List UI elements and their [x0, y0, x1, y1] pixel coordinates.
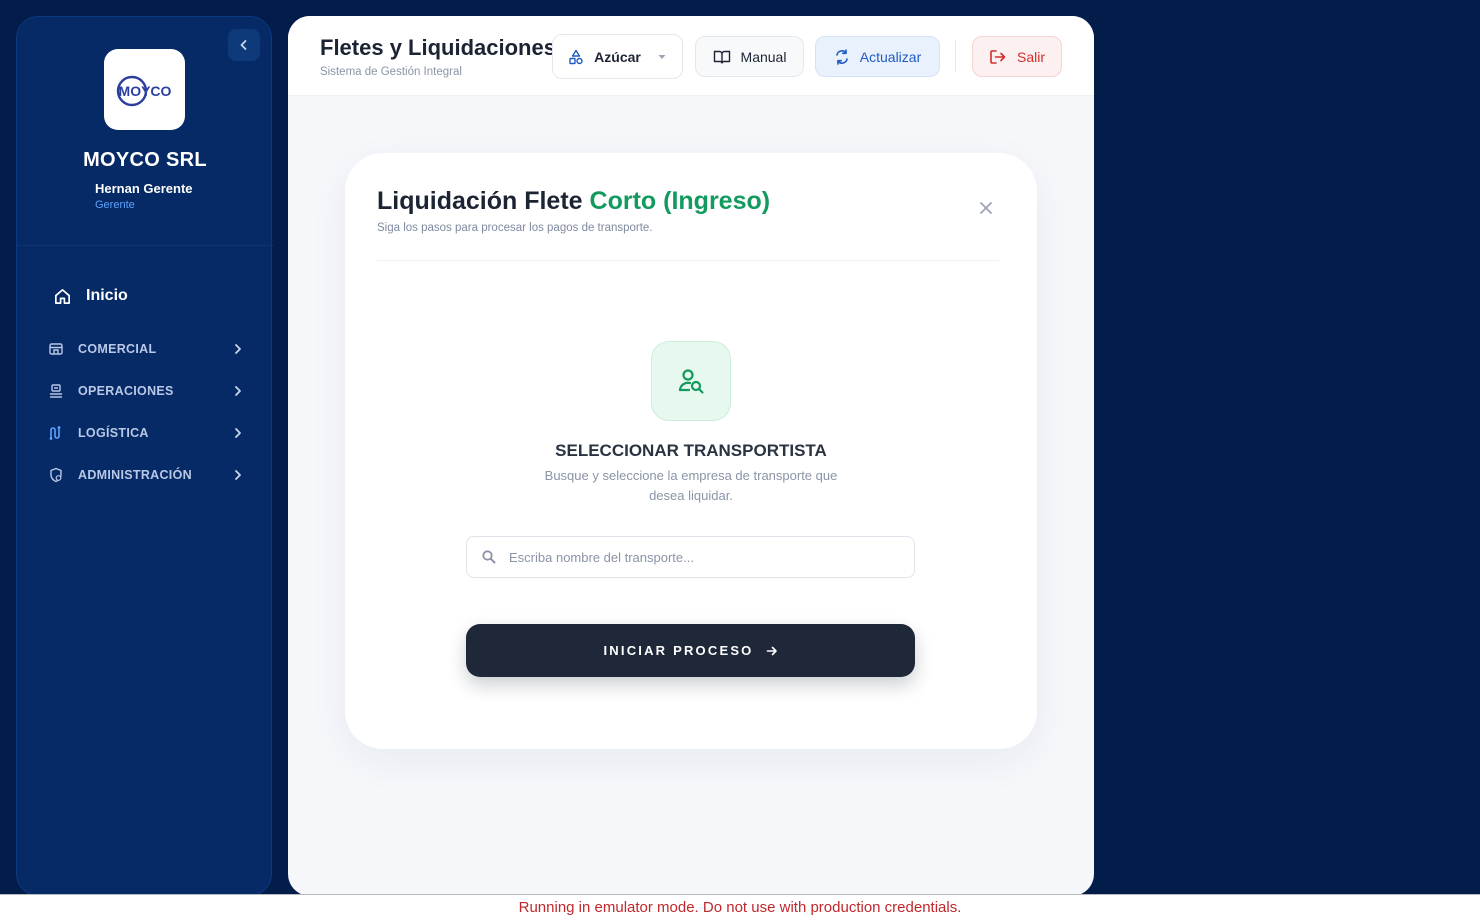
card-subtitle: Siga los pasos para procesar los pagos d… — [377, 222, 653, 234]
caret-down-icon — [658, 54, 666, 59]
store-icon — [47, 340, 65, 358]
admin-shield-icon — [47, 466, 65, 484]
sidebar-item-administracion[interactable]: ADMINISTRACIÓN — [47, 462, 243, 488]
settlement-card: Liquidación Flete Corto (Ingreso) Siga l… — [345, 153, 1037, 749]
company-name: MOYCO SRL — [83, 149, 207, 171]
start-process-label: INICIAR PROCESO — [603, 643, 754, 658]
main-panel: Fletes y Liquidaciones Sistema de Gestió… — [288, 16, 1094, 896]
logout-button-label: Salir — [1016, 48, 1045, 65]
sidebar-item-comercial[interactable]: COMERCIAL — [47, 336, 243, 362]
carrier-search-input[interactable] — [509, 549, 909, 565]
card-title: Liquidación Flete Corto (Ingreso) — [377, 187, 770, 216]
chevron-right-icon — [233, 385, 243, 397]
shapes-icon — [569, 49, 583, 64]
refresh-button-label: Actualizar — [859, 48, 922, 65]
operations-icon — [47, 382, 65, 400]
user-name: Hernan Gerente — [95, 181, 193, 196]
card-divider — [377, 260, 999, 261]
logout-button[interactable]: Salir — [972, 36, 1062, 77]
chevron-left-icon — [240, 40, 247, 50]
section-title: SELECCIONAR TRANSPORTISTA — [555, 441, 827, 460]
book-open-icon — [713, 50, 730, 64]
close-icon — [980, 202, 992, 214]
chevron-right-icon — [233, 427, 243, 439]
home-icon — [54, 288, 71, 304]
sidebar-collapse-button[interactable] — [228, 29, 260, 61]
chevron-right-icon — [233, 469, 243, 481]
page-subtitle: Sistema de Gestión Integral — [320, 66, 462, 78]
sidebar-item-label: LOGÍSTICA — [78, 426, 149, 440]
search-icon — [481, 549, 497, 565]
sidebar: MOYCO MOYCO SRL Hernan Gerente Gerente I… — [16, 16, 273, 896]
close-button[interactable] — [976, 198, 996, 218]
carrier-search-icon-box — [651, 341, 731, 421]
sidebar-item-operaciones[interactable]: OPERACIONES — [47, 378, 243, 404]
logout-icon — [990, 49, 1006, 64]
carrier-search-field[interactable] — [466, 536, 915, 578]
sidebar-item-label: OPERACIONES — [78, 384, 174, 398]
svg-text:MOYCO: MOYCO — [118, 83, 171, 99]
sidebar-item-label: COMERCIAL — [78, 342, 157, 356]
refresh-button[interactable]: Actualizar — [815, 36, 940, 77]
route-icon — [47, 424, 65, 442]
toolbar-divider — [955, 40, 956, 72]
user-search-icon — [678, 369, 704, 394]
company-logo: MOYCO — [104, 49, 185, 130]
sidebar-divider — [17, 245, 273, 246]
arrow-right-icon — [766, 646, 777, 655]
page-title: Fletes y Liquidaciones — [320, 35, 556, 60]
emulator-warning-banner: Running in emulator mode. Do not use wit… — [0, 894, 1480, 920]
card-title-accent: Corto (Ingreso) — [589, 187, 771, 215]
top-bar: Fletes y Liquidaciones Sistema de Gestió… — [288, 16, 1094, 96]
section-description: Busque y seleccione la empresa de transp… — [544, 468, 838, 503]
sidebar-item-label: Inicio — [86, 287, 128, 304]
sidebar-item-inicio[interactable]: Inicio — [53, 283, 128, 309]
product-select-value: Azúcar — [594, 48, 641, 65]
sidebar-item-label: ADMINISTRACIÓN — [78, 468, 192, 482]
user-role: Gerente — [95, 199, 135, 211]
sidebar-item-logistica[interactable]: LOGÍSTICA — [47, 420, 243, 446]
card-title-main: Liquidación Flete — [377, 187, 583, 215]
start-process-button[interactable]: INICIAR PROCESO — [466, 624, 915, 677]
chevron-right-icon — [233, 343, 243, 355]
refresh-icon — [835, 48, 848, 65]
product-select[interactable]: Azúcar — [552, 34, 683, 79]
manual-button-label: Manual — [740, 48, 787, 65]
manual-button[interactable]: Manual — [695, 36, 804, 77]
